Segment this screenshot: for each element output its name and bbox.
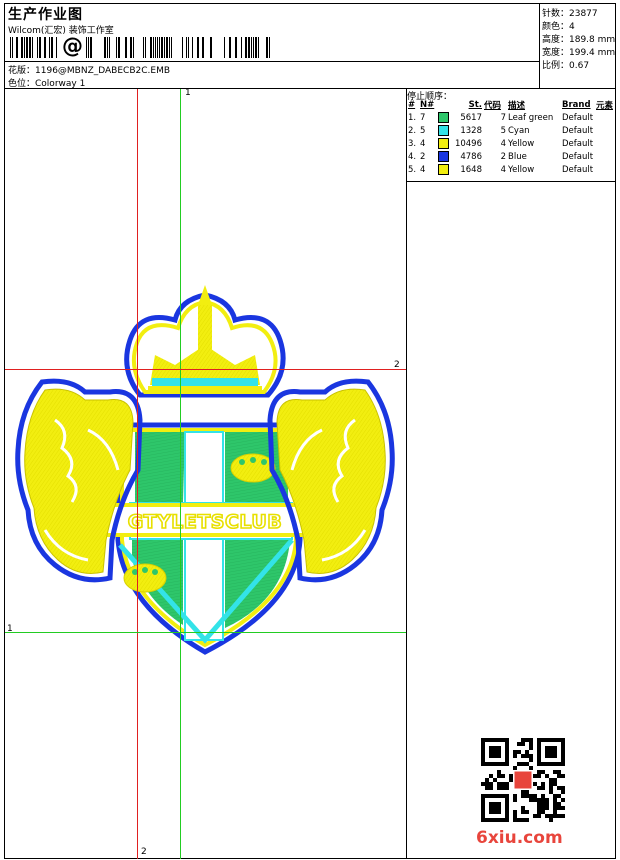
cell-index: 1. (408, 112, 417, 123)
color-count: 颜色：4 (542, 22, 575, 32)
shield-quarter-tl (135, 432, 185, 502)
cell-brand: Default (562, 151, 594, 162)
small-crown-icon (123, 563, 167, 593)
colorway-value: Colorway 1 (35, 79, 86, 89)
cell-stitches: 1648 (460, 164, 482, 175)
grid-line-vertical-green (180, 89, 181, 859)
color-swatch (438, 125, 450, 136)
cell-element (595, 124, 615, 137)
color-swatch (438, 164, 450, 175)
cell-brand: Default (562, 112, 594, 123)
needle-number: 2 (420, 152, 426, 162)
col-brand: Brand (562, 100, 591, 110)
cell-stitches: 1328 (460, 125, 482, 136)
grid-label-top: 1 (185, 88, 191, 98)
col-needle: N# (420, 100, 435, 110)
table-row: 1. 7 5617 7 Leaf green Default (407, 111, 615, 124)
cell-description: Yellow (508, 164, 535, 175)
stats-divider (539, 3, 540, 89)
watermark: 6xiu.com (476, 828, 563, 848)
club-banner: GTYLETSCLUB (101, 503, 310, 537)
table-row: 4. 2 4786 2 Blue Default (407, 150, 615, 163)
stitch-count: 针数：23877 (542, 9, 598, 19)
cell-index: 4. (408, 151, 417, 162)
cell-brand: Default (562, 164, 594, 175)
page-title: 生产作业图 (8, 7, 83, 23)
colorway-line: 色位：Colorway 1 (8, 76, 85, 89)
cell-index: 2. (408, 125, 417, 136)
col-code: 代码 (484, 101, 502, 111)
cell-needle: 7 (419, 111, 451, 124)
needle-number: 7 (420, 113, 426, 123)
colorway-label: 色位： (8, 79, 36, 89)
table-divider (406, 88, 407, 859)
qr-logo-icon (514, 771, 532, 789)
grid-label-bottom: 2 (141, 847, 147, 857)
cell-brand: Default (562, 138, 594, 149)
needle-number: 4 (420, 139, 426, 149)
col-index: # (408, 100, 416, 110)
cell-description: Cyan (508, 125, 530, 136)
design-width: 宽度：199.4 mm (542, 48, 616, 58)
banner-text: GTYLETSCLUB (128, 511, 283, 533)
col-description: 描述 (508, 101, 526, 111)
design-scale: 比例：0.67 (542, 61, 590, 71)
cell-element (595, 111, 615, 124)
grid-label-left: 1 (7, 624, 13, 634)
design-file: 1196@MBNZ_DABECB2C.EMB (35, 66, 171, 76)
cell-stitches: 10496 (454, 138, 482, 149)
grid-label-right: 2 (394, 360, 400, 370)
cell-code: 7 (500, 112, 506, 123)
cell-element (595, 150, 615, 163)
cell-description: Yellow (508, 138, 535, 149)
col-element: 元素 (596, 101, 614, 111)
table-row: 3. 4 10496 4 Yellow Default (407, 137, 615, 150)
col-stitches: St. (468, 100, 482, 110)
grid-line-vertical-red (137, 89, 138, 859)
small-crown-icon (230, 453, 276, 483)
cell-description: Blue (508, 151, 527, 162)
cell-code: 4 (500, 138, 506, 149)
stop-sequence-table: # N# St. 代码 描述 Brand 元素 1. 7 5617 7 Leaf gr… (407, 99, 615, 176)
needle-number: 4 (420, 165, 426, 175)
cell-element (595, 137, 615, 150)
needle-number: 5 (420, 126, 426, 136)
cell-needle: 4 (419, 137, 451, 150)
cell-stitches: 5617 (460, 112, 482, 123)
barcode-char: @ (60, 34, 85, 58)
color-swatch (438, 112, 450, 123)
cell-stitches: 4786 (460, 151, 482, 162)
cell-code: 4 (500, 164, 506, 175)
cell-brand: Default (562, 125, 594, 136)
grid-line-horizontal-red (5, 369, 406, 370)
table-bottom-divider (406, 181, 616, 182)
barcode (10, 37, 270, 58)
design-file-divider (4, 61, 540, 62)
cell-index: 3. (408, 138, 417, 149)
cell-needle: 2 (419, 150, 451, 163)
embroidery-design: GTYLETSCLUB (15, 285, 395, 655)
table-row: 2. 5 1328 5 Cyan Default (407, 124, 615, 137)
design-label: 花版： (8, 66, 36, 76)
color-swatch (438, 138, 450, 149)
grid-line-horizontal-green (5, 632, 406, 633)
cell-code: 2 (500, 151, 506, 162)
cell-element (595, 163, 615, 176)
table-header-row: # N# St. 代码 描述 Brand 元素 (407, 99, 615, 111)
crown (124, 285, 286, 398)
cell-description: Leaf green (508, 112, 554, 123)
cell-needle: 4 (419, 163, 451, 176)
color-swatch (438, 151, 450, 162)
cell-code: 5 (500, 125, 506, 136)
design-file-line: 花版：1196@MBNZ_DABECB2C.EMB (8, 63, 170, 76)
design-height: 高度：189.8 mm (542, 35, 616, 45)
cell-index: 5. (408, 164, 417, 175)
qr-code (481, 738, 565, 822)
table-row: 5. 4 1648 4 Yellow Default (407, 163, 615, 176)
cell-needle: 5 (419, 124, 451, 137)
